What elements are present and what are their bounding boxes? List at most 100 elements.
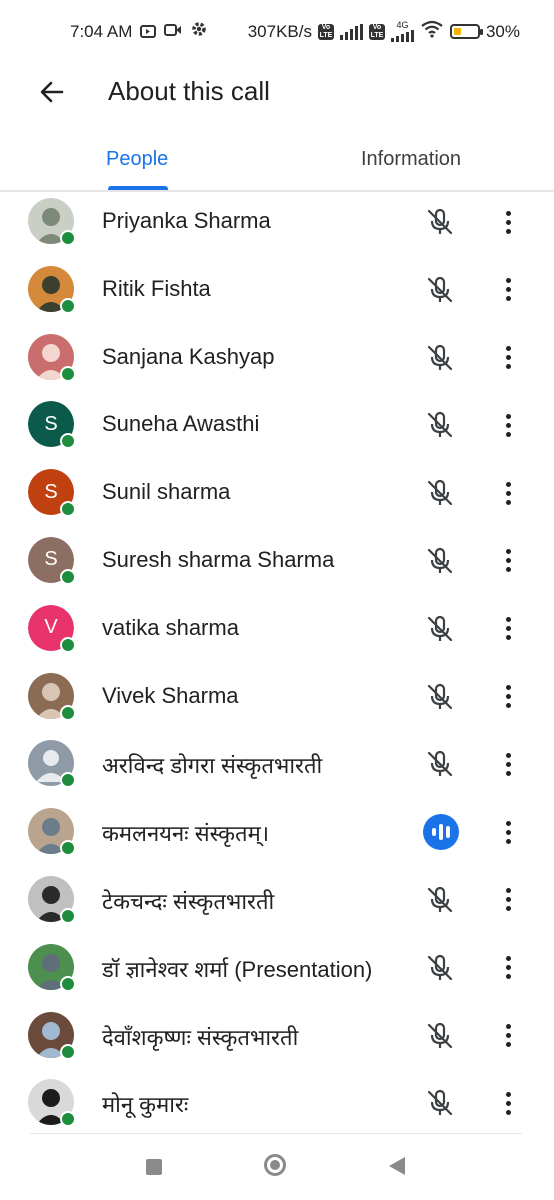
status-left: 7:04 AM [70, 20, 208, 43]
participant-name: टेकचन्दः संस्कृतभारती [102, 888, 275, 914]
more-options-icon[interactable] [498, 613, 518, 645]
status-right: 307KB/s Vo LTE Vo LTE 4G 30% [248, 20, 520, 43]
participant-row[interactable]: टेकचन्दः संस्कृतभारती [0, 866, 554, 934]
signal-icon [339, 23, 363, 40]
participant-name: अरविन्द डोगरा संस्कृतभारती [102, 753, 323, 779]
online-status-dot [60, 230, 76, 246]
avatar: S [28, 536, 76, 585]
participant-name: मोनू कुमारः [102, 1092, 189, 1118]
online-status-dot [60, 840, 76, 857]
home-icon[interactable] [264, 1154, 286, 1176]
mic-off-icon[interactable] [424, 613, 456, 645]
participant-row[interactable]: Sanjana Kashyap [0, 324, 554, 392]
participant-name: Suresh sharma Sharma [102, 546, 335, 572]
volte-icon: Vo LTE [317, 23, 334, 40]
more-options-icon[interactable] [498, 1087, 518, 1119]
mic-off-icon[interactable] [424, 477, 456, 509]
participant-row[interactable]: अरविन्द डोगरा संस्कृतभारती [0, 730, 554, 798]
more-options-icon[interactable] [498, 477, 518, 509]
mic-off-icon[interactable] [424, 342, 456, 374]
participant-list: Priyanka Sharma Ritik Fishta Sanjana Kashy… [0, 188, 554, 1137]
participant-row[interactable]: मोनू कुमारः [0, 1069, 554, 1137]
volte-icon: Vo LTE [368, 23, 385, 40]
online-status-dot [60, 636, 76, 653]
online-status-dot [60, 704, 76, 721]
more-options-icon[interactable] [498, 1020, 518, 1052]
more-options-icon[interactable] [498, 206, 518, 238]
wifi-icon [420, 20, 444, 43]
tab-people[interactable]: People [106, 148, 168, 171]
app-bar: About this call [0, 64, 554, 124]
avatar [28, 1011, 76, 1060]
mic-off-icon[interactable] [424, 409, 456, 441]
mic-off-icon[interactable] [424, 884, 456, 916]
avatar: S [28, 401, 76, 450]
more-options-icon[interactable] [498, 816, 518, 848]
video-icon [164, 22, 182, 42]
battery-icon [449, 24, 483, 39]
participant-row[interactable]: S Sunil sharma [0, 459, 554, 527]
avatar [28, 943, 76, 992]
mic-off-icon[interactable] [424, 748, 456, 780]
mic-off-icon[interactable] [424, 274, 456, 306]
avatar [28, 1079, 76, 1128]
online-status-dot [60, 1043, 76, 1060]
page-title: About this call [108, 76, 270, 106]
status-time: 7:04 AM [70, 21, 133, 41]
avatar: V [28, 604, 76, 653]
more-options-icon[interactable] [498, 681, 518, 713]
more-options-icon[interactable] [498, 409, 518, 441]
participant-row[interactable]: Vvatika sharma [0, 595, 554, 663]
participant-name: Priyanka Sharma [102, 208, 271, 233]
participant-row[interactable]: Ritik Fishta [0, 256, 554, 324]
gear-icon [190, 20, 208, 43]
participant-row[interactable]: कमलनयनः संस्कृतम्। [0, 798, 554, 866]
avatar [28, 672, 76, 721]
participant-row[interactable]: S Suresh sharma Sharma [0, 527, 554, 595]
back-button[interactable] [34, 74, 70, 110]
participant-row[interactable]: डॉ ज्ञानेश्वर शर्मा (Presentation) [0, 934, 554, 1002]
youtube-icon [140, 25, 157, 38]
more-options-icon[interactable] [498, 748, 518, 780]
more-options-icon[interactable] [498, 952, 518, 984]
mic-off-icon[interactable] [424, 952, 456, 984]
participant-name: Vivek Sharma [102, 682, 239, 708]
mic-off-icon[interactable] [424, 545, 456, 577]
signal-icon [390, 30, 414, 42]
online-status-dot [60, 433, 76, 450]
participant-name: Suneha Awasthi [102, 411, 260, 437]
participant-row[interactable]: Priyanka Sharma [0, 188, 554, 256]
mic-off-icon[interactable] [424, 681, 456, 713]
more-options-icon[interactable] [498, 545, 518, 577]
participant-name: Ritik Fishta [102, 275, 211, 301]
tab-information[interactable]: Information [361, 148, 461, 171]
mic-off-icon[interactable] [424, 206, 456, 238]
battery-fill [453, 28, 461, 35]
participant-row[interactable]: Vivek Sharma [0, 663, 554, 731]
avatar [28, 265, 76, 314]
recents-icon[interactable] [146, 1159, 162, 1175]
mic-off-icon[interactable] [424, 1087, 456, 1119]
avatar [28, 333, 76, 382]
net-speed: 307KB/s [247, 21, 312, 41]
back-icon[interactable] [389, 1157, 405, 1175]
online-status-dot [60, 365, 76, 382]
network-indicator: 4G [390, 21, 414, 42]
online-status-dot [60, 975, 76, 992]
online-status-dot [60, 907, 76, 924]
participant-name: कमलनयनः संस्कृतम्। [102, 821, 270, 847]
more-options-icon[interactable] [498, 274, 518, 306]
online-status-dot [60, 501, 76, 518]
more-options-icon[interactable] [498, 342, 518, 374]
participant-row[interactable]: देवाँशकृष्णः संस्कृतभारती [0, 1002, 554, 1070]
system-nav-bar [0, 1140, 554, 1200]
speaking-indicator-icon [423, 814, 459, 851]
avatar: S [28, 469, 76, 518]
arrow-left-icon [40, 81, 64, 103]
mic-off-icon[interactable] [424, 1020, 456, 1052]
participant-name: देवाँशकृष्णः संस्कृतभारती [102, 1024, 299, 1050]
participant-row[interactable]: S Suneha Awasthi [0, 391, 554, 459]
online-status-dot [60, 772, 76, 789]
participant-name: डॉ ज्ञानेश्वर शर्मा (Presentation) [102, 956, 373, 982]
more-options-icon[interactable] [498, 884, 518, 916]
